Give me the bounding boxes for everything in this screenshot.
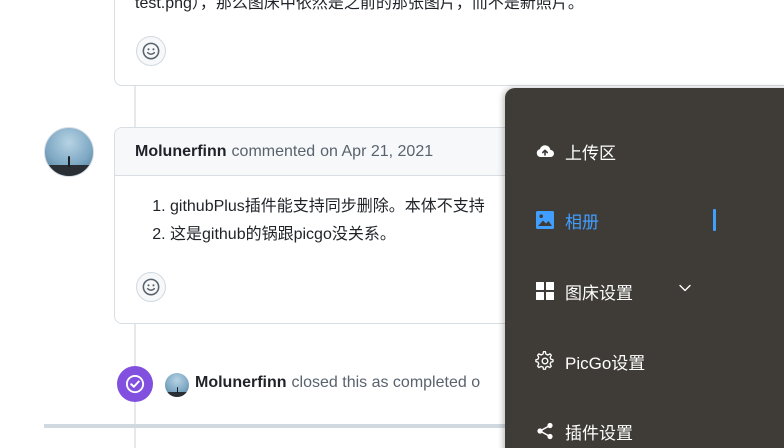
menu-item-upload[interactable]: 上传区 <box>535 136 616 166</box>
avatar[interactable] <box>165 373 189 397</box>
list-item: githubPlus插件能支持同步删除。本体不支持 <box>170 193 485 221</box>
menu-item-label: 图床设置 <box>565 283 633 303</box>
add-reaction-button[interactable] <box>136 36 166 66</box>
add-reaction-button[interactable] <box>136 272 166 302</box>
menu-item-label: 上传区 <box>565 143 616 163</box>
active-indicator <box>713 209 716 231</box>
closed-event-text: Molunerfinn closed this as completed o <box>195 374 480 392</box>
previous-comment-card: test.png），那么图床中依然是之前的那张图片，而不是新照片。 <box>114 0 784 86</box>
event-author-link[interactable]: Molunerfinn <box>195 374 287 391</box>
menu-item-gallery[interactable]: 相册 <box>535 205 599 235</box>
check-circle-icon <box>125 374 145 394</box>
menu-item-picgo-settings[interactable]: PicGo设置 <box>535 346 645 376</box>
smiley-icon <box>142 42 160 60</box>
picgo-side-menu: 上传区 相册 图床设置 PicGo设置 插件设置 <box>505 88 784 448</box>
previous-comment-text: test.png），那么图床中依然是之前的那张图片，而不是新照片。 <box>135 0 584 12</box>
gear-icon <box>535 351 555 371</box>
page: test.png），那么图床中依然是之前的那张图片，而不是新照片。 Molune… <box>0 0 784 448</box>
list-item: 这是github的锅跟picgo没关系。 <box>170 221 485 249</box>
cloud-upload-icon <box>535 141 555 161</box>
share-icon <box>535 421 555 441</box>
comment-date-link[interactable]: on Apr 21, 2021 <box>320 143 433 161</box>
grid-icon <box>535 281 555 301</box>
avatar[interactable] <box>44 127 94 177</box>
menu-item-plugin-settings[interactable]: 插件设置 <box>535 416 633 446</box>
closed-badge <box>117 366 153 402</box>
image-icon <box>535 210 555 230</box>
menu-item-picbed-settings[interactable]: 图床设置 <box>535 276 633 306</box>
menu-item-label: PicGo设置 <box>565 353 646 373</box>
comment-list: githubPlus插件能支持同步删除。本体不支持 这是github的锅跟pic… <box>150 193 485 249</box>
comment-author-link[interactable]: Molunerfinn <box>135 143 227 161</box>
chevron-down-icon[interactable] <box>679 284 691 292</box>
menu-item-label: 插件设置 <box>565 423 633 443</box>
comment-action: commented <box>231 142 316 160</box>
smiley-icon <box>142 278 160 296</box>
menu-item-label: 相册 <box>565 212 599 232</box>
event-description: closed this as completed o <box>291 374 481 391</box>
